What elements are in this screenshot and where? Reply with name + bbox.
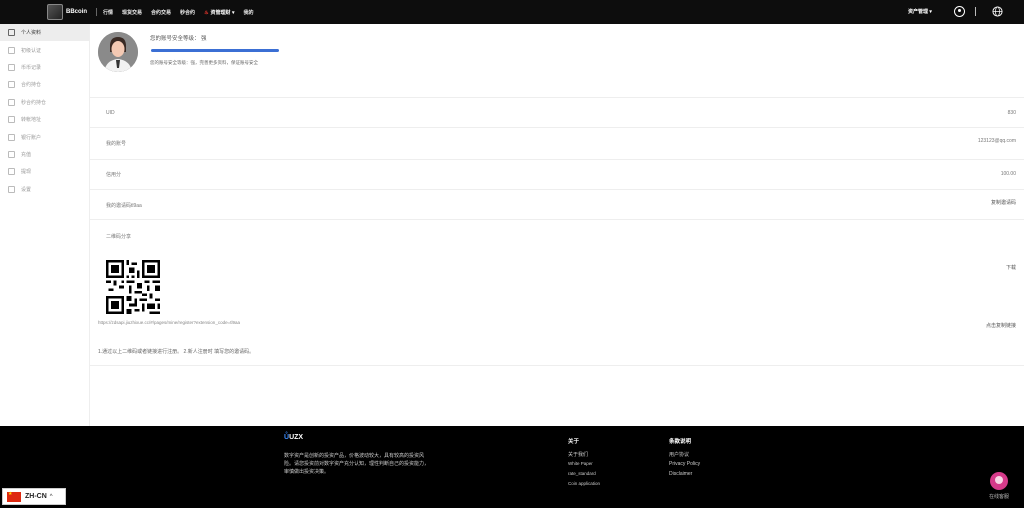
- sidebar-item-label: 币币记录: [21, 64, 42, 71]
- sidebar-item-settings[interactable]: 设置: [0, 181, 89, 198]
- footer-link-white-paper[interactable]: White Paper: [568, 461, 600, 471]
- sidebar-item-label: 个人资料: [21, 30, 42, 37]
- footer-link-about-us[interactable]: 关于我们: [568, 451, 600, 461]
- credit-value: 100.00: [1000, 171, 1016, 177]
- logo-cube-icon: [47, 4, 63, 20]
- account-row: 我的账号 123123@qq.com: [90, 127, 1024, 159]
- security-tip: 您的账号安全等级：强，完善更多资料，保证账号安全: [150, 60, 258, 65]
- sidebar-item-contract-positions[interactable]: 合约持仓: [0, 76, 89, 93]
- nav-item-market[interactable]: 行情: [103, 9, 113, 16]
- divider: [90, 365, 1024, 366]
- top-nav: BBcoin 行情 现货交易 合约交易 秒合约 ♨ 资管理财 ▾ 我的 资产管理 …: [0, 0, 1024, 24]
- sidebar-item-label: 提现: [21, 169, 32, 176]
- footer-link-disclaimer[interactable]: Disclaimer: [669, 471, 700, 481]
- nav-item-second-contract[interactable]: 秒合约: [180, 9, 195, 16]
- sidebar-item-label: 充值: [21, 151, 32, 158]
- footer-terms-column: 条款说明 用户协议 Privacy Policy Disclaimer: [669, 437, 700, 481]
- sidebar-item-withdraw[interactable]: 提现: [0, 163, 89, 180]
- language-code: ZH-CN: [25, 493, 47, 500]
- sidebar-item-label: 初级认证: [21, 47, 42, 54]
- list-icon: [8, 63, 15, 71]
- china-flag-icon: [7, 491, 21, 502]
- copy-link-button[interactable]: 点击复制链接: [986, 322, 1016, 329]
- avatar: [98, 32, 138, 72]
- security-level-bar: [151, 49, 279, 52]
- chevron-down-icon: ▾: [231, 10, 235, 16]
- qr-share-row: 二维码分享 下载 点击复制链接: [90, 219, 1024, 365]
- credit-label: 信用分: [106, 172, 122, 178]
- sidebar-item-bank-account[interactable]: 银行账户: [0, 128, 89, 145]
- credit-row: 信用分 100.00: [90, 159, 1024, 189]
- nav-item-wealth-label: 资管理财: [210, 10, 231, 16]
- footer-link-rate-standard[interactable]: rate_standard: [568, 471, 600, 481]
- uid-row: UID 830: [90, 97, 1024, 127]
- sidebar: 个人资料 初级认证 币币记录 合约持仓 秒合约持仓 转帐地址 银行账户 充值 提…: [0, 24, 90, 426]
- document-icon: [8, 81, 15, 89]
- profile-panel: 您的账号安全等级： 强 您的账号安全等级：强，完善更多资料，保证账号安全 UID…: [90, 24, 1024, 426]
- registration-note: 1.通过以上二维码或者链接进行注册。 2.新人注册时 填写您的邀请码。: [98, 349, 255, 355]
- nav-menu: 行情 现货交易 合约交易 秒合约 ♨ 资管理财 ▾ 我的: [103, 9, 262, 16]
- sidebar-item-recharge[interactable]: 充值: [0, 146, 89, 163]
- lock-icon: [8, 168, 15, 176]
- id-card-icon: [8, 46, 15, 54]
- sidebar-item-label: 合约持仓: [21, 82, 42, 89]
- invite-code-label: 我的邀请码tl9aa: [106, 203, 142, 209]
- nav-item-contract[interactable]: 合约交易: [151, 9, 171, 16]
- nav-item-spot[interactable]: 现货交易: [122, 9, 142, 16]
- qr-code: [106, 260, 160, 314]
- avatar-person-icon: [98, 32, 138, 72]
- uid-label: UID: [106, 110, 115, 116]
- asset-management-menu[interactable]: 资产管理 ▾: [908, 8, 932, 15]
- chevron-up-icon: ^: [49, 493, 53, 500]
- footer-link-user-agreement[interactable]: 用户协议: [669, 451, 700, 461]
- nav-item-wealth[interactable]: ♨ 资管理财 ▾: [204, 9, 234, 16]
- footer-about-title: 关于: [568, 439, 580, 445]
- download-button[interactable]: 下载: [1006, 264, 1016, 271]
- sidebar-item-label: 设置: [21, 186, 32, 193]
- footer-about-column: 关于 关于我们 White Paper rate_standard Coin a…: [568, 437, 600, 491]
- flame-icon: ♨: [204, 10, 209, 16]
- sidebar-item-spot-records[interactable]: 币币记录: [0, 59, 89, 76]
- sidebar-item-profile[interactable]: 个人资料: [0, 24, 89, 42]
- copy-invite-button[interactable]: 复制邀请码: [991, 199, 1016, 206]
- globe-icon[interactable]: [992, 6, 1003, 17]
- sidebar-item-transfer-address[interactable]: 转帐地址: [0, 111, 89, 128]
- footer-link-privacy-policy[interactable]: Privacy Policy: [669, 461, 700, 471]
- footer-link-coin-application[interactable]: Coin application: [568, 481, 600, 491]
- footer-description: 数字资产是创新的投资产品，价格波动较大，具有较高的投资风险。请您投资前对数字资产…: [284, 453, 430, 475]
- footer-terms-title: 条款说明: [669, 439, 692, 445]
- qr-share-label: 二维码分享: [106, 234, 132, 240]
- customer-service-icon: [990, 472, 1008, 490]
- brand-name: BBcoin: [66, 9, 87, 15]
- account-label: 我的账号: [106, 141, 127, 147]
- sidebar-item-second-contract-positions[interactable]: 秒合约持仓: [0, 94, 89, 111]
- sidebar-item-label: 秒合约持仓: [21, 99, 47, 106]
- footer-brand-name: UZX: [289, 434, 304, 441]
- uid-value: 830: [1007, 110, 1016, 116]
- online-service-button[interactable]: 在线客服: [984, 472, 1014, 500]
- logo[interactable]: BBcoin: [47, 4, 87, 20]
- footer: ŮUZX 数字资产是创新的投资产品，价格波动较大，具有较高的投资风险。请您投资前…: [0, 426, 1024, 508]
- recharge-icon: [8, 150, 15, 158]
- share-link[interactable]: https://zdsapi.jiuzhixue.cc/#/pages/mine…: [98, 320, 240, 325]
- nav-divider-right: [975, 7, 976, 16]
- dollar-icon: [8, 116, 15, 124]
- online-service-label: 在线客服: [988, 494, 1009, 500]
- sidebar-item-label: 银行账户: [21, 134, 42, 141]
- account-value: 123123@qq.com: [977, 138, 1016, 144]
- footer-brand: ŮUZX: [284, 434, 303, 441]
- bank-card-icon: [8, 133, 15, 141]
- language-selector[interactable]: ZH-CN ^: [2, 488, 66, 505]
- nav-item-mine[interactable]: 我的: [243, 9, 253, 16]
- user-icon: [8, 29, 15, 37]
- security-level-label: 您的账号安全等级： 强: [150, 36, 207, 42]
- sidebar-item-label: 转帐地址: [21, 117, 42, 124]
- clock-icon: [8, 98, 15, 106]
- invite-row: 我的邀请码tl9aa 复制邀请码: [90, 189, 1024, 219]
- gear-icon: [8, 185, 15, 193]
- nav-divider: [96, 8, 97, 16]
- user-account-icon[interactable]: [954, 6, 965, 17]
- sidebar-item-verification[interactable]: 初级认证: [0, 41, 89, 58]
